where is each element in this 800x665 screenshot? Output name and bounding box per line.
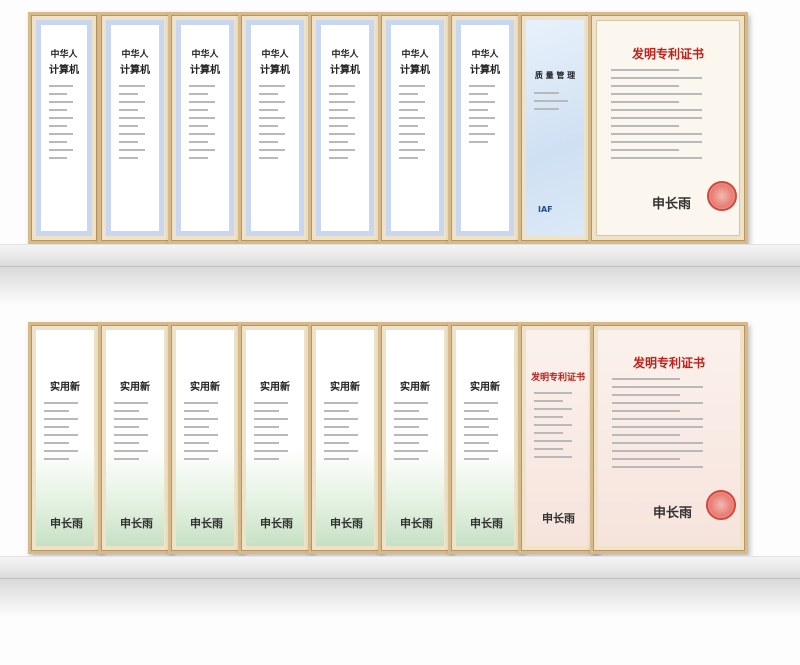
certificate-frame-quality: 质 量 管 理 IAF bbox=[518, 12, 592, 244]
certificate-frame-utility-2: 实用新 申长雨 bbox=[98, 322, 172, 554]
certificate-paper: 实用新 申长雨 bbox=[176, 330, 234, 546]
certificate-text-lines bbox=[44, 402, 86, 466]
lower-shelf bbox=[0, 556, 800, 579]
utility-title: 实用新 bbox=[50, 382, 80, 393]
utility-title: 实用新 bbox=[400, 382, 430, 393]
upper-shelf-shadow bbox=[0, 266, 800, 306]
certificate-paper: 发明专利证书 申长雨 bbox=[598, 330, 740, 546]
patent-signature: 申长雨 bbox=[653, 506, 693, 521]
certificate-title-line2: 计算机 bbox=[400, 65, 430, 76]
utility-signature: 申长雨 bbox=[120, 517, 153, 530]
utility-title: 实用新 bbox=[470, 382, 500, 393]
patent-title: 发明专利证书 bbox=[631, 47, 704, 61]
utility-signature: 申长雨 bbox=[330, 517, 363, 530]
certificate-title-line2: 计算机 bbox=[49, 65, 79, 76]
utility-signature: 申长雨 bbox=[50, 517, 83, 530]
certificate-frame-patent-small: 发明专利证书 申长雨 bbox=[518, 322, 598, 554]
certificate-frame-software-4: 中华人 计算机 bbox=[238, 12, 312, 244]
certificate-text-lines bbox=[534, 92, 576, 116]
certificate-title-line2: 计算机 bbox=[260, 65, 290, 76]
certificate-paper: 质 量 管 理 IAF bbox=[526, 20, 584, 236]
utility-signature: 申长雨 bbox=[190, 517, 223, 530]
certificate-frame-software-7: 中华人 计算机 bbox=[448, 12, 522, 244]
quality-certificate-title: 质 量 管 理 bbox=[534, 70, 576, 80]
certificate-text-lines bbox=[184, 402, 226, 466]
certificate-paper: 实用新 申长雨 bbox=[386, 330, 444, 546]
certificate-title-line1: 中华人 bbox=[50, 50, 78, 60]
certificate-title-line1: 中华人 bbox=[191, 50, 219, 60]
certificate-paper: 实用新 申长雨 bbox=[106, 330, 164, 546]
utility-signature: 申长雨 bbox=[260, 517, 293, 530]
patent-signature: 申长雨 bbox=[542, 512, 575, 525]
certificate-paper: 中华人 计算机 bbox=[386, 20, 444, 236]
certificate-frame-software-1: 中华人 计算机 bbox=[28, 12, 100, 244]
certificate-text-lines bbox=[612, 378, 726, 474]
certificate-text-lines bbox=[399, 85, 431, 165]
patent-signature: 申长雨 bbox=[652, 197, 692, 212]
certificate-text-lines bbox=[534, 392, 582, 464]
certificate-text-lines bbox=[259, 85, 291, 165]
certificate-frame-software-5: 中华人 计算机 bbox=[308, 12, 382, 244]
utility-title: 实用新 bbox=[330, 382, 360, 393]
certificate-title-line2: 计算机 bbox=[120, 65, 150, 76]
certificate-title-line2: 计算机 bbox=[470, 65, 500, 76]
red-seal bbox=[706, 490, 736, 520]
certificate-frame-software-6: 中华人 计算机 bbox=[378, 12, 452, 244]
certificate-text-lines bbox=[464, 402, 506, 466]
certificate-frame-utility-1: 实用新 申长雨 bbox=[28, 322, 102, 554]
certificate-frame-software-2: 中华人 计算机 bbox=[98, 12, 172, 244]
certificate-paper: 中华人 计算机 bbox=[176, 20, 234, 236]
certificate-paper: 中华人 计算机 bbox=[316, 20, 374, 236]
certificate-text-lines bbox=[324, 402, 366, 466]
certificate-frame-utility-7: 实用新 申长雨 bbox=[448, 322, 522, 554]
certificate-text-lines bbox=[119, 85, 151, 165]
lower-shelf-shadow bbox=[0, 578, 800, 618]
certificate-frame-utility-5: 实用新 申长雨 bbox=[308, 322, 382, 554]
certificate-title-line1: 中华人 bbox=[471, 50, 499, 60]
utility-title: 实用新 bbox=[120, 382, 150, 393]
certificate-title-line2: 计算机 bbox=[190, 65, 220, 76]
certificate-frame-utility-4: 实用新 申长雨 bbox=[238, 322, 312, 554]
certificate-paper: 实用新 申长雨 bbox=[316, 330, 374, 546]
certificate-paper: 发明专利证书 申长雨 bbox=[526, 330, 590, 546]
certificate-frame-utility-6: 实用新 申长雨 bbox=[378, 322, 452, 554]
utility-title: 实用新 bbox=[190, 382, 220, 393]
certificate-text-lines bbox=[254, 402, 296, 466]
certificate-paper: 发明专利证书 申长雨 bbox=[596, 20, 740, 236]
certificate-frame-patent: 发明专利证书 申长雨 bbox=[588, 12, 748, 244]
certificate-title-line1: 中华人 bbox=[401, 50, 429, 60]
utility-signature: 申长雨 bbox=[400, 517, 433, 530]
certificate-title-line2: 计算机 bbox=[330, 65, 360, 76]
certificate-text-lines bbox=[114, 402, 156, 466]
certificate-paper: 中华人 计算机 bbox=[106, 20, 164, 236]
certificate-title-line1: 中华人 bbox=[331, 50, 359, 60]
certificate-paper: 实用新 申长雨 bbox=[36, 330, 94, 546]
certificate-title-line1: 中华人 bbox=[261, 50, 289, 60]
patent-title: 发明专利证书 bbox=[530, 373, 585, 383]
certificate-text-lines bbox=[329, 85, 361, 165]
certificate-paper: 实用新 申长雨 bbox=[246, 330, 304, 546]
certificate-text-lines bbox=[189, 85, 221, 165]
certificate-frame-software-3: 中华人 计算机 bbox=[168, 12, 242, 244]
certificate-frame-patent-large: 发明专利证书 申长雨 bbox=[590, 322, 748, 554]
certificate-title-line1: 中华人 bbox=[121, 50, 149, 60]
certificate-paper: 中华人 计算机 bbox=[246, 20, 304, 236]
iaf-badge: IAF bbox=[538, 205, 553, 214]
certificate-text-lines bbox=[394, 402, 436, 466]
utility-title: 实用新 bbox=[260, 382, 290, 393]
certificate-text-lines bbox=[611, 69, 725, 165]
certificate-paper: 中华人 计算机 bbox=[456, 20, 514, 236]
certificate-frame-utility-3: 实用新 申长雨 bbox=[168, 322, 242, 554]
patent-title: 发明专利证书 bbox=[632, 356, 705, 370]
certificate-paper: 实用新 申长雨 bbox=[456, 330, 514, 546]
certificate-text-lines bbox=[469, 85, 501, 149]
upper-shelf bbox=[0, 244, 800, 267]
certificate-paper: 中华人 计算机 bbox=[36, 20, 92, 236]
red-seal bbox=[707, 181, 737, 211]
utility-signature: 申长雨 bbox=[470, 517, 503, 530]
certificate-text-lines bbox=[49, 85, 79, 165]
